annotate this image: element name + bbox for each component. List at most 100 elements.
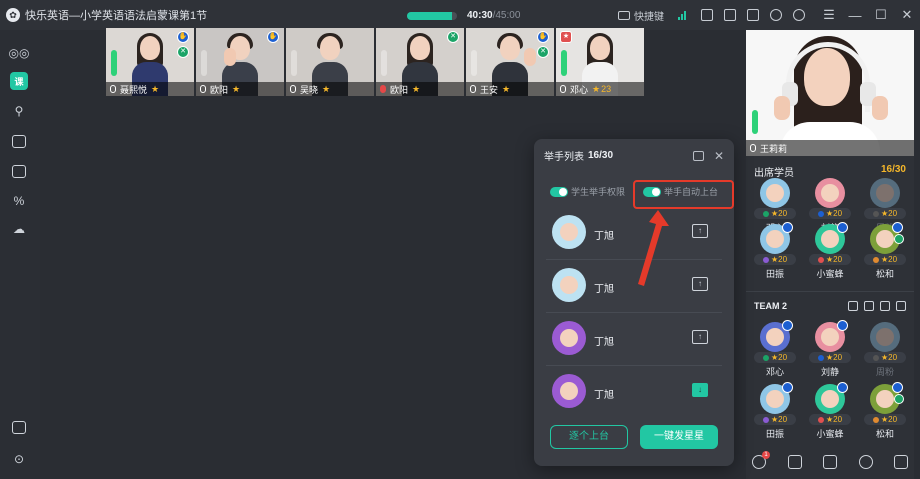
minimize-button[interactable]: — <box>842 8 868 23</box>
points: 20 <box>833 353 843 362</box>
raise-hand-row[interactable]: 丁旭 ↑ <box>546 317 722 365</box>
student-video-tile[interactable]: ✋ ✕ 王安 ★ <box>466 28 554 96</box>
on-stage-button[interactable]: ↓ <box>692 383 708 397</box>
student-card[interactable]: ★ 20 小蜜蜂 <box>807 382 853 440</box>
student-video-tile[interactable]: ✋ ✕ 聂熙悦 ★ <box>106 28 194 96</box>
student-card[interactable]: ★ 20 田振 <box>752 382 798 440</box>
teacher-video[interactable]: 王莉莉 <box>746 30 914 156</box>
raise-hand-list-button[interactable]: 1 <box>752 451 770 469</box>
divider <box>746 291 914 292</box>
student-video-tile[interactable]: ✋ 欧阳 ★ <box>196 28 284 96</box>
cloud-icon[interactable]: ☁ <box>10 220 28 238</box>
student-name: 小蜜蜂 <box>816 429 844 439</box>
mute-all-icon[interactable] <box>864 301 874 311</box>
popup-title: 举手列表 <box>544 152 584 163</box>
points: 20 <box>888 415 898 424</box>
window-title: 快乐英语—小学英语语法启蒙课第1节 <box>25 10 208 22</box>
attendance-count: 16/30 <box>880 164 906 175</box>
points-badge: ★ 20 <box>864 254 906 265</box>
calculator-icon[interactable] <box>10 132 28 150</box>
student-name: 王安 <box>480 84 499 95</box>
student-name: 丁旭 <box>594 231 614 242</box>
student-card[interactable]: ★ 20 松和 <box>862 222 908 280</box>
shortcut-button[interactable]: 快捷键 <box>618 8 664 23</box>
raise-hand-icon: ✋ <box>537 31 549 43</box>
raise-hand-icon <box>782 320 793 331</box>
hand-count-badge: 1 <box>762 451 770 459</box>
percent-bag-icon[interactable]: % <box>10 192 28 210</box>
clear-list-icon[interactable] <box>692 150 704 161</box>
close-icon[interactable]: ✕ <box>714 149 724 163</box>
switch-on-icon <box>550 186 568 197</box>
courseware-button[interactable]: 课 <box>10 72 28 90</box>
tile-name-bar: 王安 ★ <box>466 82 554 96</box>
menu-icon[interactable]: ☰ <box>816 7 842 23</box>
mic-all-icon[interactable] <box>880 301 890 311</box>
timer-total: /45:00 <box>492 10 521 21</box>
stage-all-icon[interactable] <box>848 301 858 311</box>
student-name: 刘静 <box>820 367 839 377</box>
tile-badges: ✋ <box>267 31 281 46</box>
audio-level <box>201 50 207 76</box>
student-card[interactable]: ★20 邓心 <box>752 320 798 378</box>
student-card[interactable]: ★20 刘静 <box>807 320 853 378</box>
student-video-tile[interactable]: ★ 邓心 ★ 23 <box>556 28 644 96</box>
title-bar-controls: 快捷键 ☰ — ☐ ✕ <box>618 0 920 30</box>
points: 20 <box>833 415 843 424</box>
close-window-button[interactable]: ✕ <box>894 7 920 23</box>
settings-icon[interactable]: ⊙ <box>10 450 28 468</box>
points: 20 <box>888 209 898 218</box>
points-badge: ★ 20 <box>864 352 906 363</box>
student-card[interactable]: ★20 周粉 <box>862 322 908 378</box>
points-badge: ★ 20 <box>754 414 796 425</box>
stage-one-by-one-button[interactable]: 逐个上台 <box>550 425 628 449</box>
avatar <box>552 321 586 355</box>
avatar <box>760 178 790 208</box>
raise-hand-icon <box>892 382 903 393</box>
raise-hand-row[interactable]: 丁旭 ↓ <box>546 370 722 418</box>
users-icon[interactable]: ⚲ <box>10 102 28 120</box>
toggle-permission[interactable]: 学生举手权限 <box>550 185 625 198</box>
attendance-header: 出席学员 16/30 <box>754 164 906 179</box>
star-icon: ★ <box>232 83 241 94</box>
screenshot-icon[interactable] <box>701 9 713 21</box>
invite-stage-button[interactable]: ↑ <box>692 224 708 238</box>
raise-hand-icon <box>837 320 848 331</box>
student-video-tile[interactable]: 吴晓 ★ <box>286 28 374 96</box>
invite-stage-button[interactable]: ↑ <box>692 277 708 291</box>
student-name: 丁旭 <box>594 337 614 348</box>
student-card[interactable]: ★ 20 松和 <box>862 382 908 440</box>
mic-auth-icon <box>894 234 904 244</box>
student-card[interactable]: ★ 20 田振 <box>752 222 798 280</box>
tile-badges: ★ <box>560 31 574 46</box>
avatar <box>552 268 586 302</box>
camera-icon[interactable]: ◎◎ <box>9 44 30 62</box>
stage-icon[interactable] <box>787 455 802 469</box>
left-toolbar: ◎◎ 课 ⚲ % ☁ ⊙ <box>0 30 40 479</box>
student-name: 聂熙悦 <box>120 84 148 95</box>
points-badge: ★ 20 <box>809 414 851 425</box>
support-icon[interactable] <box>793 9 805 21</box>
popup-count: 16/30 <box>588 150 614 161</box>
avatar <box>870 178 900 208</box>
layout-icon[interactable] <box>747 9 759 21</box>
maximize-button[interactable]: ☐ <box>868 7 894 23</box>
app-logo-icon: ✿ <box>6 8 20 22</box>
screen-share-icon[interactable] <box>724 9 736 21</box>
points: 20 <box>833 255 843 264</box>
toolbox-icon[interactable] <box>10 418 28 436</box>
star-all-icon[interactable] <box>896 301 906 311</box>
annotation-highlight-box <box>633 180 734 209</box>
student-card[interactable]: ★ 20 小蜜蜂 <box>807 222 853 280</box>
network-signal-icon <box>678 10 687 20</box>
chat-icon[interactable] <box>894 455 908 469</box>
attendance-panel: 出席学员 16/30 ★20 邓心 ★20 刘静 ★20 周粉 ★20 田振 ★… <box>746 156 914 479</box>
invite-stage-button[interactable]: ↑ <box>692 330 708 344</box>
refresh-icon[interactable] <box>770 9 782 21</box>
keyboard-icon <box>618 10 630 20</box>
student-video-tile[interactable]: ✕ 欧阳 ★ <box>376 28 464 96</box>
mute-all-icon[interactable] <box>858 455 873 469</box>
send-stars-button[interactable]: 一键发星星 <box>640 425 718 449</box>
clear-stage-icon[interactable] <box>823 455 837 469</box>
monitor-icon[interactable] <box>10 162 28 180</box>
